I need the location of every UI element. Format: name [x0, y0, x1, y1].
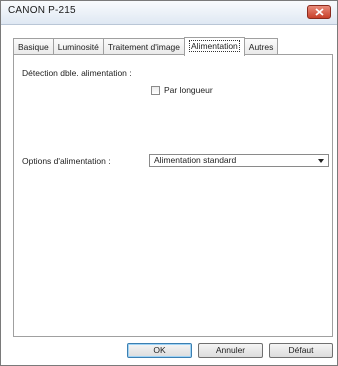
- feed-options-value: Alimentation standard: [154, 155, 237, 165]
- feed-options-label: Options d'alimentation :: [22, 156, 111, 166]
- ok-label: OK: [153, 345, 166, 355]
- tab-label: Basique: [18, 42, 49, 52]
- tab-autres[interactable]: Autres: [243, 38, 279, 55]
- double-feed-label: Détection dble. alimentation :: [22, 68, 132, 78]
- tab-label: Autres: [248, 42, 274, 52]
- by-length-checkbox[interactable]: [151, 85, 160, 95]
- tab-label: Luminosité: [57, 42, 99, 52]
- chevron-down-icon: [318, 159, 324, 163]
- tab-label: Traitement d'image: [107, 42, 180, 52]
- by-length-option[interactable]: Par longueur: [151, 85, 213, 95]
- cancel-button[interactable]: Annuler: [198, 343, 263, 358]
- window-title: CANON P-215: [8, 5, 76, 16]
- tab-basique[interactable]: Basique: [13, 38, 54, 55]
- tab-alimentation[interactable]: Alimentation: [184, 37, 245, 56]
- cancel-label: Annuler: [215, 345, 246, 355]
- tab-strip: Basique Luminosité Traitement d'image Al…: [13, 37, 279, 56]
- default-label: Défaut: [288, 345, 314, 355]
- tab-traitement-image[interactable]: Traitement d'image: [102, 38, 185, 55]
- dialog-window: CANON P-215 Basique Luminosité Traitemen…: [0, 0, 338, 366]
- feed-options-dropdown[interactable]: Alimentation standard: [149, 154, 329, 167]
- close-icon: [315, 8, 324, 16]
- tab-luminosite[interactable]: Luminosité: [52, 38, 104, 55]
- close-button[interactable]: [307, 5, 331, 19]
- tab-panel: Détection dble. alimentation : Par longu…: [13, 54, 333, 337]
- title-bar[interactable]: CANON P-215: [1, 1, 337, 25]
- default-button[interactable]: Défaut: [269, 343, 333, 358]
- by-length-label: Par longueur: [164, 85, 213, 95]
- tab-label: Alimentation: [189, 40, 240, 52]
- ok-button[interactable]: OK: [127, 343, 192, 358]
